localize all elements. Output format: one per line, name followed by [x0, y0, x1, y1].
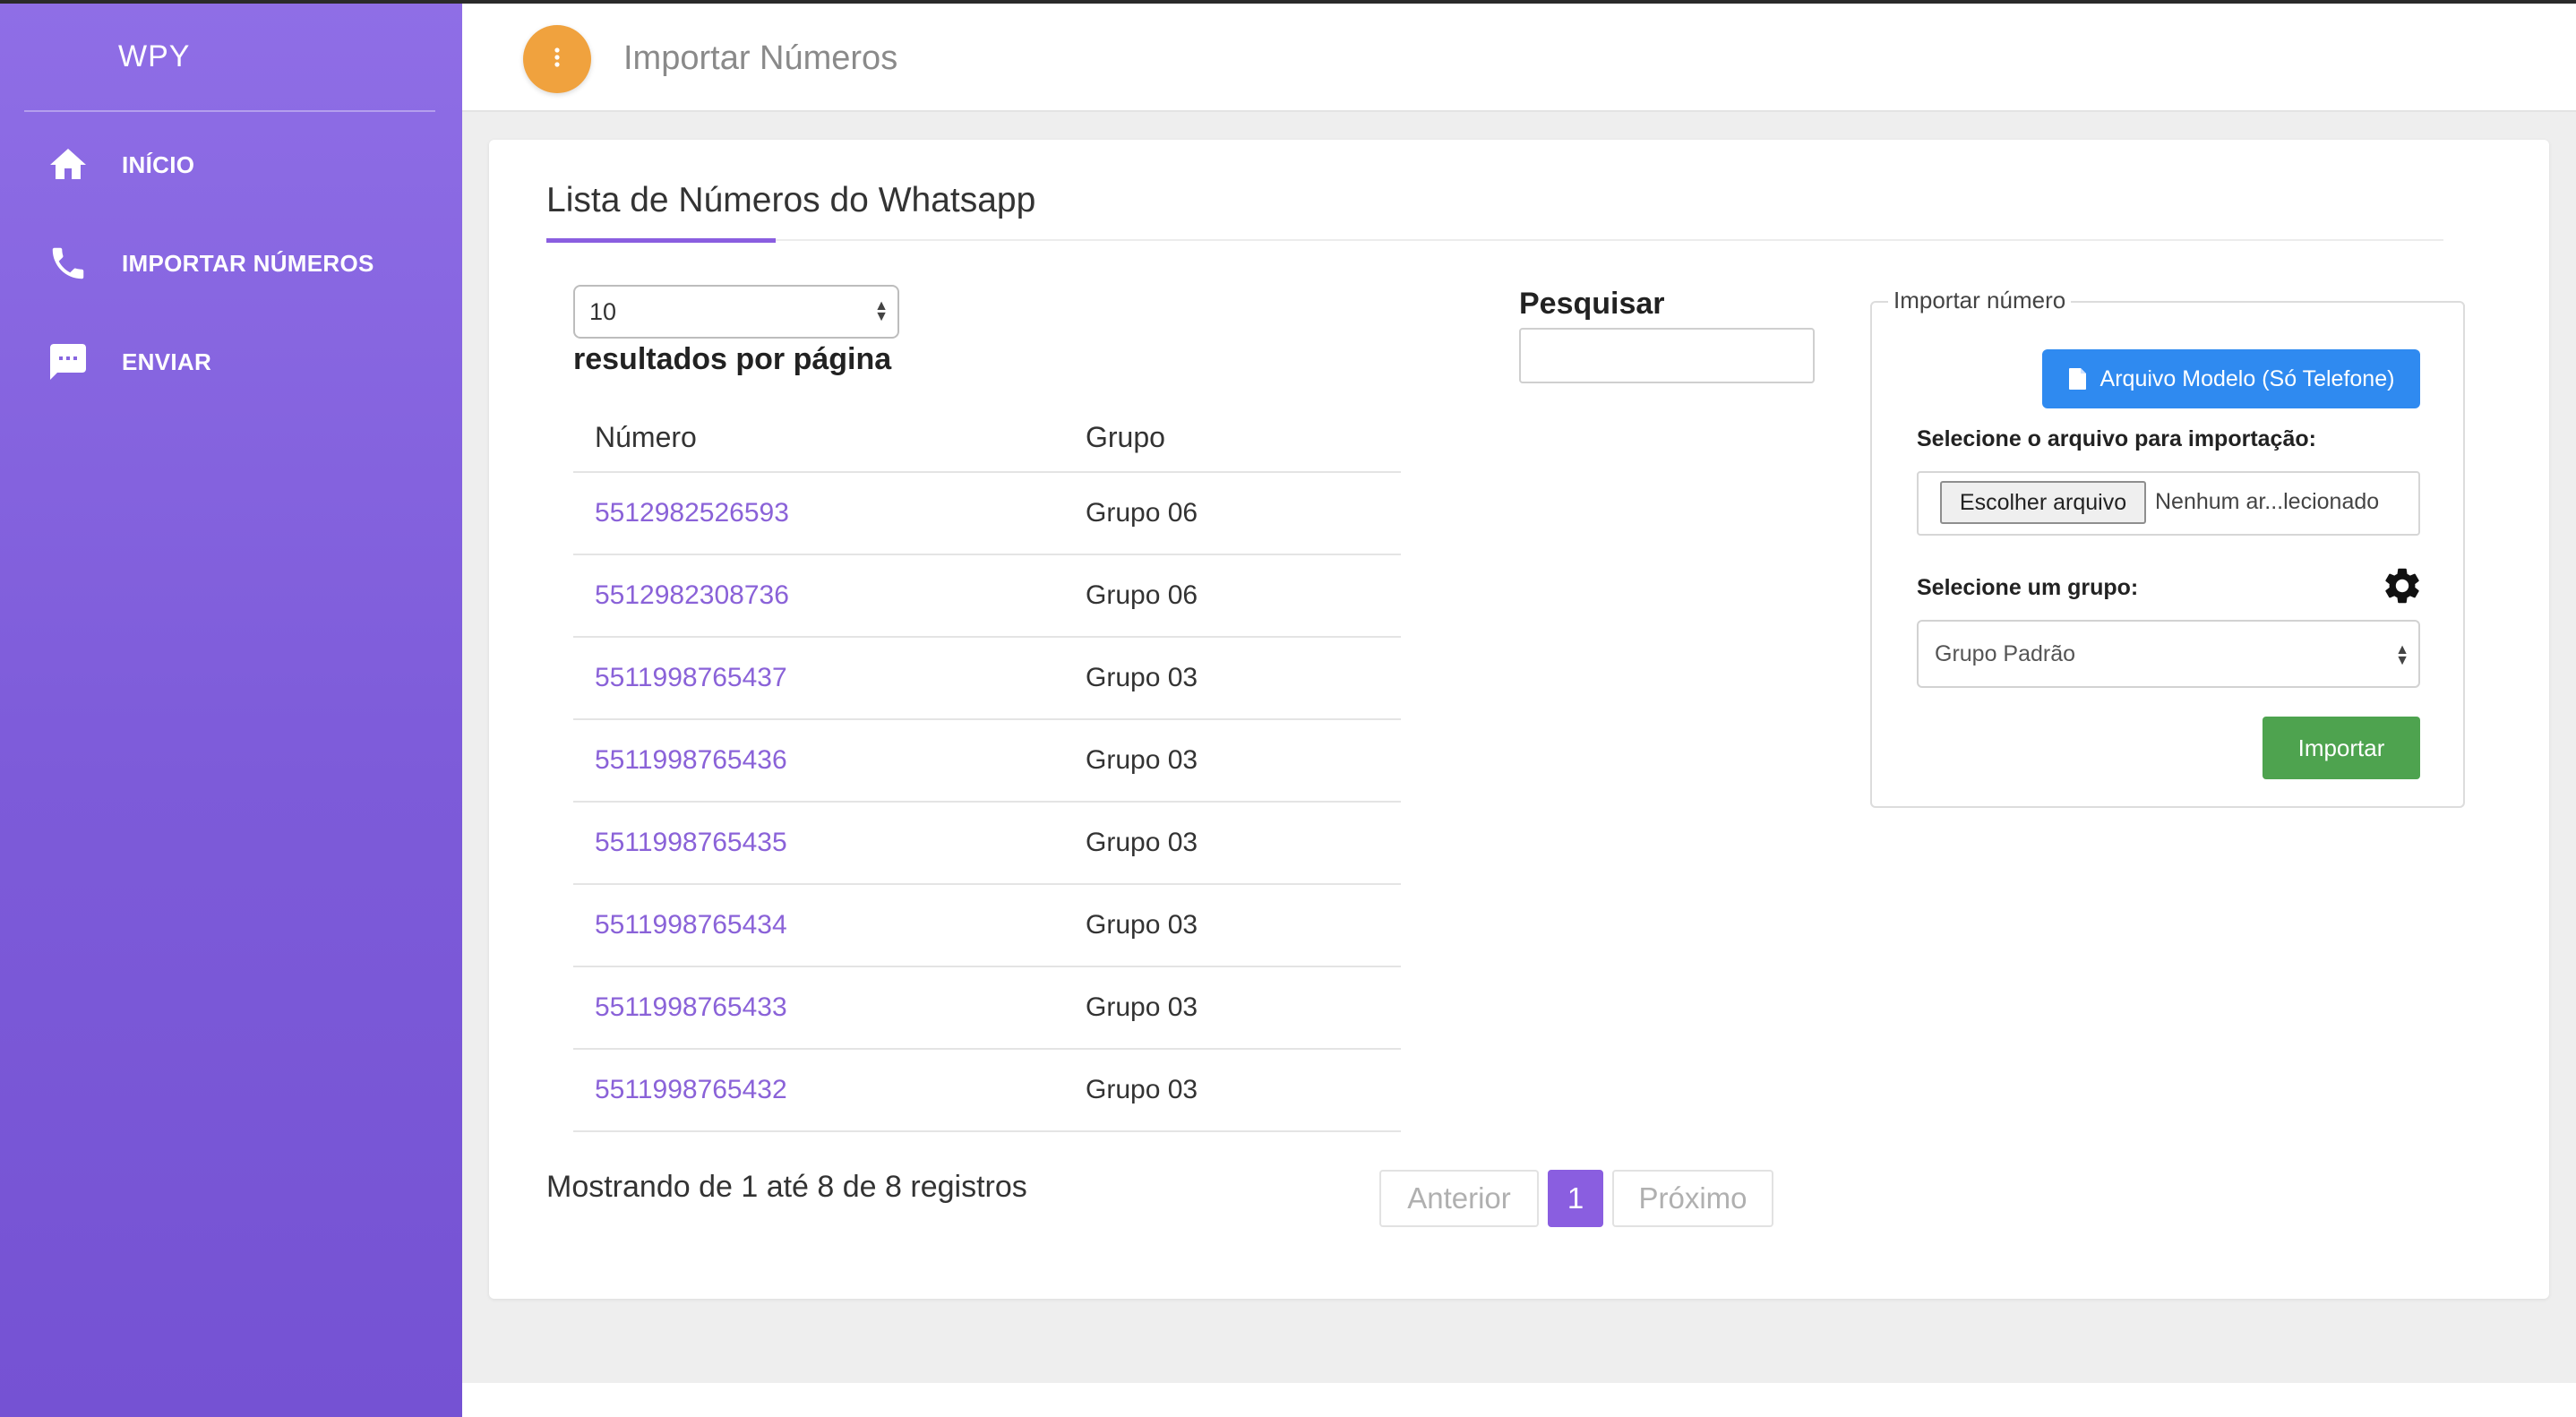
number-link[interactable]: 5511998765437 [595, 663, 787, 693]
pagination-previous-button[interactable]: Anterior [1379, 1170, 1539, 1227]
number-link[interactable]: 5511998765432 [595, 1075, 787, 1105]
table-row: 5511998765435 Grupo 03 [573, 803, 1401, 885]
numbers-card: Lista de Números do Whatsapp 10 ▲ ▼ resul… [489, 140, 2549, 1299]
select-arrows-icon: ▲ ▼ [2395, 642, 2409, 668]
number-link[interactable]: 5511998765436 [595, 745, 787, 776]
pagination-page-1[interactable]: 1 [1548, 1170, 1603, 1227]
page-length-select[interactable]: 10 ▲ ▼ [573, 285, 899, 339]
table-row: 5511998765432 Grupo 03 [573, 1050, 1401, 1132]
top-header: Importar Números [462, 4, 2576, 112]
model-file-button-label: Arquivo Modelo (Só Telefone) [2099, 365, 2395, 391]
numbers-table: Número Grupo 5512982526593 Grupo 06 5512… [573, 401, 1401, 1132]
number-link[interactable]: 5512982308736 [595, 580, 789, 611]
group-cell: Grupo 03 [1086, 663, 1198, 692]
search-label: Pesquisar [1519, 287, 1665, 321]
number-link[interactable]: 5511998765435 [595, 828, 787, 858]
group-cell: Grupo 03 [1086, 1075, 1198, 1104]
group-select[interactable]: Grupo Padrão ▲ ▼ [1917, 620, 2420, 688]
table-row: 5511998765436 Grupo 03 [573, 720, 1401, 803]
pagination-next-button[interactable]: Próximo [1612, 1170, 1773, 1227]
more-vertical-icon [554, 46, 561, 73]
page-title: Importar Números [623, 39, 898, 77]
table-row: 5512982526593 Grupo 06 [573, 473, 1401, 555]
sidebar-divider [24, 110, 435, 112]
sidebar: WPY INÍCIO IMPORTAR NÚMEROS ENVIAR [0, 0, 462, 1417]
group-cell: Grupo 03 [1086, 910, 1198, 940]
page-length-label: resultados por página [573, 342, 892, 376]
sidebar-item-label: ENVIAR [122, 348, 212, 375]
file-status-text: Nenhum ar...lecionado [2155, 489, 2380, 514]
page-length-value: 10 [589, 298, 617, 325]
group-cell: Grupo 06 [1086, 580, 1198, 610]
brand-logo[interactable]: WPY [118, 39, 190, 74]
column-header-grupo[interactable]: Grupo [1086, 421, 1165, 454]
footer [462, 1383, 2576, 1417]
home-icon [45, 142, 91, 188]
import-legend: Importar número [1888, 287, 2072, 314]
import-button[interactable]: Importar [2263, 717, 2420, 779]
sidebar-item-label: INÍCIO [122, 150, 195, 178]
chat-icon [45, 339, 91, 385]
phone-icon [45, 240, 91, 287]
column-header-numero[interactable]: Número [595, 421, 697, 454]
group-cell: Grupo 03 [1086, 828, 1198, 857]
card-divider [776, 239, 2443, 241]
table-row: 5511998765437 Grupo 03 [573, 638, 1401, 720]
sidebar-item-label: IMPORTAR NÚMEROS [122, 249, 374, 277]
file-select-label: Selecione o arquivo para importação: [1917, 426, 2316, 451]
table-info: Mostrando de 1 até 8 de 8 registros [546, 1170, 1027, 1204]
sidebar-item-enviar[interactable]: ENVIAR [45, 335, 211, 389]
card-title: Lista de Números do Whatsapp [546, 181, 1036, 219]
header-menu-button[interactable] [523, 25, 591, 93]
table-row: 5511998765433 Grupo 03 [573, 967, 1401, 1050]
choose-file-button[interactable]: Escolher arquivo [1940, 481, 2146, 524]
search-input[interactable] [1519, 328, 1815, 383]
window-top-border [0, 0, 2576, 4]
number-link[interactable]: 5511998765434 [595, 910, 787, 940]
group-cell: Grupo 06 [1086, 498, 1198, 528]
table-row: 5512982308736 Grupo 06 [573, 555, 1401, 638]
number-link[interactable]: 5511998765433 [595, 992, 787, 1023]
group-select-label: Selecione um grupo: [1917, 575, 2139, 600]
number-link[interactable]: 5512982526593 [595, 498, 789, 528]
group-select-value: Grupo Padrão [1935, 641, 2076, 666]
select-arrows-icon: ▲ ▼ [874, 298, 889, 324]
table-row: 5511998765434 Grupo 03 [573, 885, 1401, 967]
sidebar-item-inicio[interactable]: INÍCIO [45, 138, 194, 192]
group-cell: Grupo 03 [1086, 992, 1198, 1022]
group-cell: Grupo 03 [1086, 745, 1198, 775]
gear-icon[interactable] [2381, 564, 2424, 607]
sidebar-item-importar-numeros[interactable]: IMPORTAR NÚMEROS [45, 236, 374, 290]
table-header: Número Grupo [573, 401, 1401, 473]
document-icon [2068, 367, 2088, 391]
model-file-button[interactable]: Arquivo Modelo (Só Telefone) [2042, 349, 2420, 408]
card-title-underline [546, 238, 776, 243]
